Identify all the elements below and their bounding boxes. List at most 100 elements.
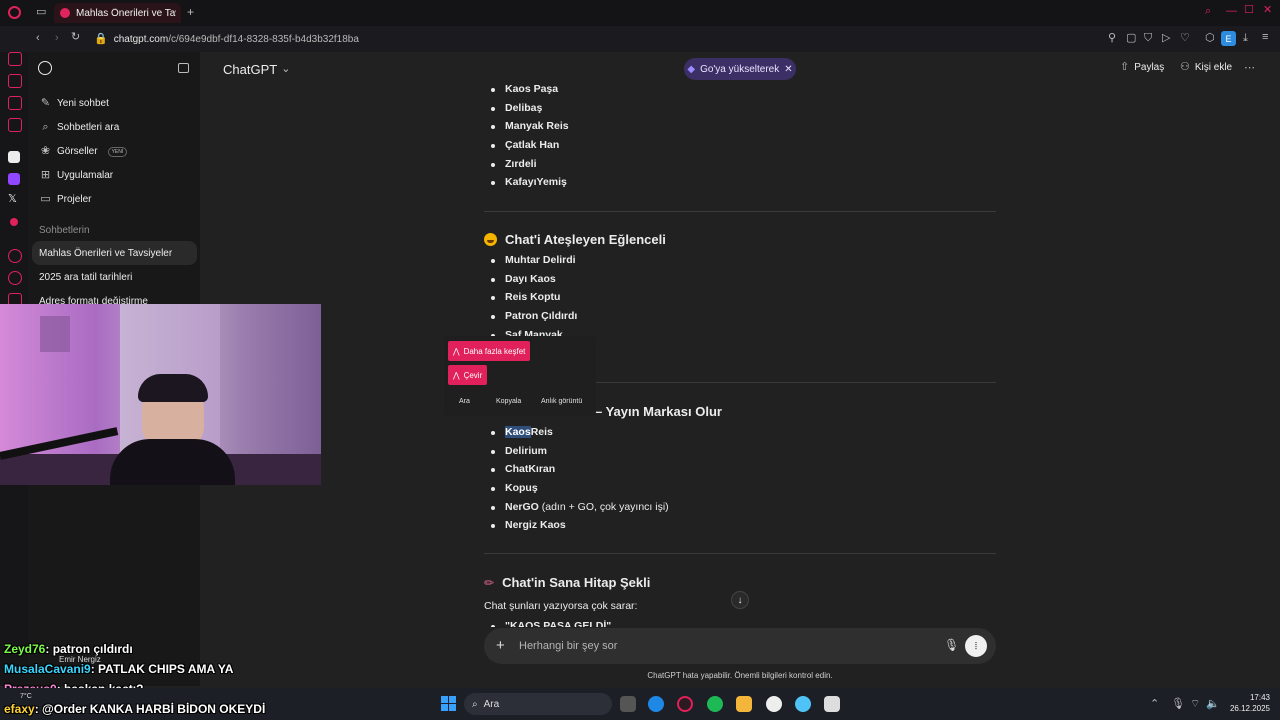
messenger-icon[interactable] [8,96,22,110]
windows-start-icon[interactable] [441,696,456,711]
chat-item[interactable]: 2025 ara tatil tarihleri [39,272,132,283]
image-icon: ❀ [40,145,51,157]
translate-button[interactable]: ⋀ Çevir [448,365,488,385]
mail-icon[interactable] [8,118,22,132]
tab-chatgpt[interactable]: Mahlas Önerileri ve Tavsiy [54,3,181,23]
sidebar-item-images[interactable]: ❀ Görseller YENİ [40,145,128,157]
sidebar-item-apps[interactable]: ⊞ Uygulamalar [40,170,113,182]
share-button[interactable]: ⇧ Paylaş [1120,62,1165,74]
aria-logo-icon: ⋀ [453,370,460,380]
stream-chat-line: Zeyd76: patron çıldırdı [4,642,133,656]
toggle-sidebar-icon[interactable] [178,63,189,73]
task-view-icon[interactable] [620,696,636,712]
url-path: /c/694e9dbf-df14-8328-835f-b4d3b32f18ba [168,33,359,45]
x-twitter-icon[interactable]: 𝕏 [8,194,17,205]
obs-icon[interactable] [766,696,782,712]
openai-logo-icon[interactable] [38,61,52,75]
search-icon: ⌕ [472,698,478,710]
close-window-icon[interactable]: ✕ [1263,5,1272,16]
heart-icon[interactable]: ♡ [1180,33,1190,44]
more-options-icon[interactable]: ⋯ [1244,63,1255,74]
search-tabs-icon[interactable]: ⌕ [1205,6,1211,17]
popup-search-button[interactable]: Ara [459,398,470,405]
url-field[interactable]: 🔒 chatgpt.com/c/694e9dbf-df14-8328-835f-… [94,30,359,48]
weather-widget[interactable]: 7°C [20,693,32,700]
popup-copy-button[interactable]: Kopyala [496,398,521,405]
list-item: Çatlak Han [491,136,996,155]
workspaces-icon[interactable]: ▭ [36,7,46,18]
pin-icon[interactable]: ⚲ [1108,33,1116,44]
discover-more-button[interactable]: ⋀ Daha fazla keşfet [448,341,531,361]
list-section-1: Kaos Paşa Delibaş Manyak Reis Çatlak Han… [484,80,996,192]
sidebar-item-label: Yeni sohbet [57,98,109,109]
list-item: Delirium [491,442,996,461]
prompt-input[interactable]: Herhangi bir şey sor [519,640,617,652]
discover-label: Daha fazla keşfet [463,346,526,356]
edge-icon[interactable] [648,696,664,712]
clock[interactable]: 17:43 26.12.2025 [1218,692,1270,714]
extensions-icon[interactable]: ⬡ [1205,33,1215,44]
search-icon: ⌕ [42,121,49,133]
chat-item-active[interactable]: Mahlas Önerileri ve Tavsiyeler [32,241,197,265]
taskbar-search[interactable]: ⌕ Ara [464,693,612,715]
wifi-icon[interactable]: ⌔ [1190,699,1200,710]
person-hair [138,374,208,402]
stream-chat-line: MusalaCavani9: PATLAK CHIPS AMA YA [4,662,233,676]
app-icon[interactable] [824,696,840,712]
file-explorer-icon[interactable] [736,696,752,712]
history-icon[interactable] [8,271,22,285]
webcam-feed [0,304,321,485]
opera-logo-icon[interactable] [8,6,21,19]
minimize-icon[interactable]: — [1226,6,1237,17]
play-icon[interactable]: ▷ [1162,33,1170,44]
twitch-icon[interactable] [8,173,20,185]
selected-text[interactable]: Kaos [505,426,531,438]
chevron-up-icon[interactable]: ⌃ [1150,699,1159,710]
share-label: Paylaş [1134,62,1165,73]
forward-icon[interactable]: › [55,33,59,44]
aria-logo-icon: ⋀ [453,346,460,356]
heading-text: Chat'i Ateşleyen Eğlenceli [505,232,666,247]
snapshot-icon[interactable]: ▢ [1126,33,1136,44]
taskbar-search-label: Ara [483,698,500,710]
record-icon[interactable] [10,218,18,226]
spotify-icon[interactable] [707,696,723,712]
reload-icon[interactable]: ↻ [71,32,80,43]
back-icon[interactable]: ‹ [36,33,40,44]
list-item: Dayı Kaos [491,270,996,289]
plus-icon[interactable]: + [496,638,505,653]
new-tab-icon[interactable]: + [187,6,194,18]
chat-msg: : PATLAK CHIPS AMA YA [90,662,234,676]
close-icon[interactable]: ✕ [784,64,792,75]
model-selector[interactable]: ChatGPT ⌄ [223,62,290,77]
add-person-button[interactable]: ⚇ Kişi ekle [1180,61,1232,74]
chatgpt-rail-icon[interactable] [8,151,20,163]
bag-icon[interactable] [8,74,22,88]
profile-badge[interactable]: E [1221,31,1236,46]
popup-snapshot-button[interactable]: Anlık görüntü [541,398,582,405]
player-icon[interactable] [8,249,22,263]
upgrade-pill[interactable]: ◆ Go'ya yükselterek ✕ [684,58,796,80]
opera-taskbar-icon[interactable] [677,696,693,712]
list-item: NerGO (adın + GO, çok yayıncı işi) [491,498,996,517]
pencil-icon: ✏ [484,575,495,590]
nergo-note: (adın + GO, çok yayıncı işi) [538,500,669,513]
shield-icon[interactable]: ⛉ [1144,33,1152,44]
microphone-icon[interactable]: 🎙 [944,639,959,651]
paragraph: Chat şunları yazıyorsa çok sarar: [484,600,638,612]
sidebar-item-projects[interactable]: ▭ Projeler [40,194,91,206]
mic-tray-icon[interactable]: 🎙 [1171,699,1185,710]
maximize-icon[interactable]: ☐ [1244,5,1254,16]
person-add-icon: ⚇ [1180,61,1190,73]
download-icon[interactable]: ⤓ [1243,33,1248,44]
upgrade-label: Go'ya yükselterek [700,63,780,75]
person-body [110,439,235,485]
sidebar-item-search-chats[interactable]: ⌕ Sohbetleri ara [40,121,119,134]
voice-mode-button[interactable]: ⦙ [965,635,987,657]
menu-icon[interactable]: ≡ [1262,32,1268,43]
sidebar-item-new-chat[interactable]: ✎ Yeni sohbet [40,98,109,110]
scroll-down-button[interactable]: ↓ [731,591,749,609]
sparkle-icon: ◆ [687,63,696,75]
aria-icon[interactable] [8,52,22,66]
browser-icon[interactable] [795,696,811,712]
